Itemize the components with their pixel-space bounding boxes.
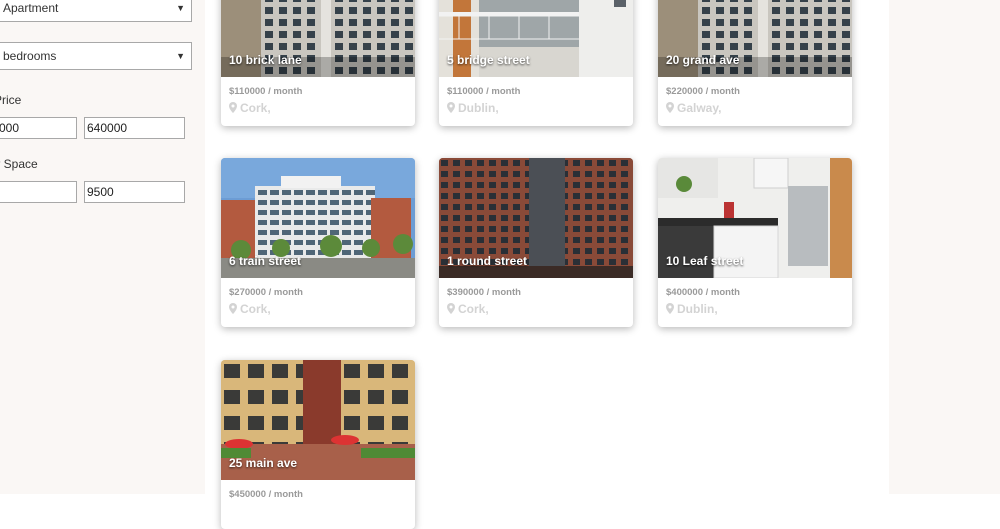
right-gutter [889, 0, 1000, 494]
map-pin-icon [229, 102, 237, 113]
floor-min-input[interactable] [0, 181, 77, 203]
listing-price: $450000 / month [229, 489, 303, 500]
bedrooms-select[interactable]: bedrooms ▼ [0, 42, 192, 70]
listing-title: 10 brick lane [229, 53, 302, 67]
location-text: Cork, [458, 302, 489, 316]
listing-card[interactable]: 5 bridge street $110000 / month Dublin, [439, 0, 633, 126]
listing-location: Dublin, [447, 101, 499, 115]
listing-photo[interactable]: 1 round street [439, 158, 633, 278]
property-type-select[interactable]: Apartment ▼ [0, 0, 192, 22]
listing-title: 1 round street [447, 254, 528, 268]
listing-location: Dublin, [666, 302, 718, 316]
map-pin-icon [666, 102, 674, 113]
location-text: Cork, [240, 302, 271, 316]
listing-title: 25 main ave [229, 456, 298, 470]
bedrooms-value: bedrooms [3, 49, 57, 63]
map-pin-icon [447, 303, 455, 314]
listing-title: 10 Leaf street [666, 254, 744, 268]
property-type-value: Apartment [3, 1, 59, 15]
location-text: Dublin, [677, 302, 718, 316]
listing-location: Cork, [229, 302, 271, 316]
listing-price: $400000 / month [666, 287, 740, 298]
caret-down-icon: ▼ [176, 51, 185, 61]
listing-location: Galway, [666, 101, 721, 115]
price-min-input[interactable]: 000 [0, 117, 77, 139]
location-text: Cork, [240, 101, 271, 115]
listing-card[interactable]: 25 main ave $450000 / month [221, 360, 415, 529]
filter-sidebar: Apartment ▼ bedrooms ▼ Price 000 640000 … [0, 0, 205, 494]
floor-max-input[interactable]: 9500 [84, 181, 185, 203]
listing-photo[interactable]: 25 main ave [221, 360, 415, 480]
listing-price: $110000 / month [447, 86, 521, 97]
listing-card[interactable]: 6 train street $270000 / month Cork, [221, 158, 415, 327]
listing-price: $390000 / month [447, 287, 521, 298]
caret-down-icon: ▼ [176, 3, 185, 13]
listing-title: 6 train street [229, 254, 302, 268]
location-text: Dublin, [458, 101, 499, 115]
floor-space-label: Floor Space [0, 157, 38, 171]
listing-photo[interactable]: 20 grand ave [658, 0, 852, 77]
listing-price: $220000 / month [666, 86, 740, 97]
listing-photo[interactable]: 10 Leaf street [658, 158, 852, 278]
listing-location: Cork, [447, 302, 489, 316]
listing-photo[interactable]: 6 train street [221, 158, 415, 278]
location-text: Galway, [677, 101, 722, 115]
listing-title: 5 bridge street [447, 53, 530, 67]
listing-location: Cork, [229, 101, 271, 115]
price-label: Price [0, 93, 22, 107]
listing-title: 20 grand ave [666, 53, 740, 67]
listing-photo[interactable]: 5 bridge street [439, 0, 633, 77]
map-pin-icon [666, 303, 674, 314]
listing-photo[interactable]: 10 brick lane [221, 0, 415, 77]
map-pin-icon [229, 303, 237, 314]
listing-card[interactable]: 1 round street $390000 / month Cork, [439, 158, 633, 327]
price-max-input[interactable]: 640000 [84, 117, 185, 139]
listing-card[interactable]: 20 grand ave $220000 / month Galway, [658, 0, 852, 126]
listing-card[interactable]: 10 Leaf street $400000 / month Dublin, [658, 158, 852, 327]
map-pin-icon [447, 102, 455, 113]
listing-price: $270000 / month [229, 287, 303, 298]
listing-price: $110000 / month [229, 86, 303, 97]
listing-card[interactable]: 10 brick lane $110000 / month Cork, [221, 0, 415, 126]
